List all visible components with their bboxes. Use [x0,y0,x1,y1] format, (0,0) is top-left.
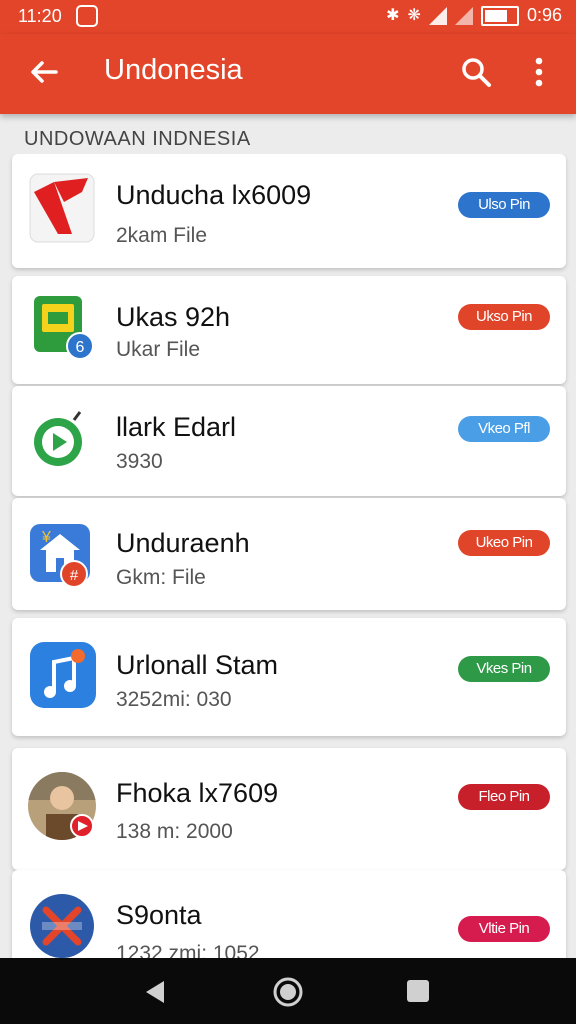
item-action-button[interactable]: Ukeo Pin [458,530,550,556]
svg-text:6: 6 [76,339,85,356]
item-action-button[interactable]: Vkes Pin [458,656,550,682]
nav-recents-icon[interactable] [406,979,430,1003]
svg-text:¥: ¥ [41,529,51,546]
list-item[interactable]: ¥ # Unduraenh Gkm: File Ukeo Pin [12,498,566,610]
item-name: Fhoka lx7609 [116,778,279,808]
list-item[interactable]: S9onta 1232 zmi: 1052 Vltie Pin [12,870,566,958]
more-vert-icon[interactable] [522,52,556,92]
item-subtitle: 3930 [116,450,163,473]
item-name: Urlonall Stam [116,650,279,680]
notes-app-icon: 6 [34,296,94,360]
list-item[interactable]: llark Edarl 3930 Vkeo Pfl [12,386,566,496]
page-title: Undonesia [104,54,243,86]
item-subtitle: 3252mi: 030 [116,688,232,711]
play-circle-icon [34,411,82,466]
nav-home-icon[interactable] [272,976,304,1008]
x-mark-app-icon [30,894,94,958]
status-bar: 11:20 ✱ ❋ 0:96 [0,0,576,34]
item-subtitle: 1232 zmi: 1052 [116,942,260,958]
music-note-icon [30,642,96,708]
status-time: 11:20 [18,6,62,26]
item-name: Ukas 92h [116,302,231,332]
list-item[interactable]: 6 Ukas 92h Ukar File Ukso Pin [12,276,566,384]
vibrate-icon: ❋ [407,6,421,24]
avatar-photo-icon [28,772,96,840]
bluetooth-icon: ✱ [386,6,400,24]
item-action-button[interactable]: Vkeo Pfl [458,416,550,442]
item-action-button[interactable]: Fleo Pin [458,784,550,810]
back-arrow-icon[interactable] [24,52,64,92]
adobe-acrobat-icon [29,173,95,243]
item-name: llark Edarl [116,412,237,442]
notification-icon [76,5,98,27]
svg-text:#: # [70,567,79,584]
item-subtitle: 2kam File [116,224,208,247]
system-nav-bar [0,958,576,1024]
item-name: S9onta [116,900,202,930]
item-subtitle: Ukar File [116,338,201,361]
item-name: Unducha lx6009 [116,180,312,210]
list-item[interactable]: Fhoka lx7609 138 m: 2000 Fleo Pin [12,748,566,870]
item-name: Unduraenh [116,528,250,558]
download-list: Unducha lx6009 2kam File Ulso Pin 6 Ukas… [0,154,576,958]
list-item[interactable]: Urlonall Stam 3252mi: 030 Vkes Pin [12,618,566,736]
signal-icon [428,6,447,25]
status-right-time: 0:96 [526,5,562,25]
app-bar: Undonesia [0,34,576,114]
battery-icon [480,5,519,26]
nav-back-icon[interactable] [142,978,170,1006]
item-action-button[interactable]: Ukso Pin [458,304,550,330]
list-item[interactable]: Unducha lx6009 2kam File Ulso Pin [12,154,566,268]
search-icon[interactable] [456,52,496,92]
section-header: UNDOWAAN INDNESIA [24,128,251,150]
status-icons: ✱ ❋ 0:96 [386,5,562,26]
home-store-icon: ¥ # [30,524,90,588]
item-action-button[interactable]: Vltie Pin [458,916,550,942]
item-action-button[interactable]: Ulso Pin [458,192,550,218]
signal-icon [454,6,473,25]
item-subtitle: 138 m: 2000 [116,820,233,843]
item-subtitle: Gkm: File [116,566,206,589]
